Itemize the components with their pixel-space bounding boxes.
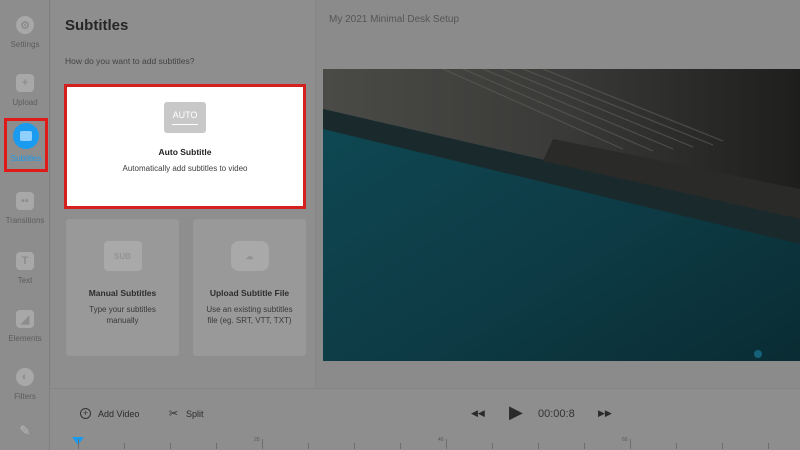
sidebar-item-subtitles[interactable]: Subtitles xyxy=(4,118,48,172)
subtitles-icon xyxy=(13,123,39,149)
sidebar-item-settings[interactable]: ⚙ Settings xyxy=(0,6,50,64)
sidebar-item-upload[interactable]: + Upload xyxy=(0,64,50,122)
video-preview[interactable] xyxy=(323,69,800,361)
sidebar-item-label: Settings xyxy=(10,40,40,49)
add-icon: + xyxy=(80,408,91,419)
play-icon: ▶ xyxy=(509,402,523,422)
video-frame xyxy=(323,69,800,361)
timeline-label: 20 xyxy=(254,437,260,443)
auto-subtitle-desc: Automatically add subtitles to video xyxy=(122,164,248,173)
timeline-label: 60 xyxy=(622,437,628,443)
sidebar-item-edit[interactable]: ✎ xyxy=(0,418,50,448)
pencil-icon: ✎ xyxy=(19,423,31,438)
sidebar-item-label: Filters xyxy=(14,392,36,401)
upload-icon: + xyxy=(16,74,34,92)
panel-title: Subtitles xyxy=(65,17,129,34)
timeline-ruler[interactable]: 20 40 60 xyxy=(72,437,792,450)
auto-subtitle-title: Auto Subtitle xyxy=(158,147,212,157)
elements-icon: ◢ xyxy=(16,310,34,328)
upload-subtitle-title: Upload Subtitle File xyxy=(209,288,290,298)
scissors-icon: ✂ xyxy=(168,408,179,420)
auto-icon: AUTO xyxy=(164,102,206,133)
manual-badge-label: SUB xyxy=(114,251,131,261)
play-button[interactable]: ▶ xyxy=(509,402,523,423)
sidebar-item-label: Elements xyxy=(8,334,42,343)
project-title[interactable]: My 2021 Minimal Desk Setup xyxy=(329,14,459,25)
timeline-bar: + Add Video ✂ Split ◀◀ ▶ 00:00:8 ▶▶ 20 4… xyxy=(50,388,800,450)
add-video-button[interactable]: + Add Video xyxy=(80,408,139,419)
sidebar-item-label: Upload xyxy=(12,98,38,107)
filters-icon: ◐ xyxy=(16,368,34,386)
sidebar-item-elements[interactable]: ◢ Elements xyxy=(0,300,50,358)
sidebar-item-label: Text xyxy=(17,276,33,285)
settings-icon: ⚙ xyxy=(16,16,34,34)
manual-subtitles-desc: Type your subtitles manually xyxy=(89,305,156,326)
cloud-upload-icon: ☁ xyxy=(230,241,269,271)
fast-forward-button[interactable]: ▶▶ xyxy=(598,408,612,419)
auto-subtitle-card[interactable]: AUTO Auto Subtitle Automatically add sub… xyxy=(64,84,306,209)
sidebar-item-label: Subtitles xyxy=(10,154,42,163)
timecode: 00:00:8 xyxy=(538,408,575,420)
sidebar-item-filters[interactable]: ◐ Filters xyxy=(0,358,50,416)
upload-subtitle-card[interactable]: ☁ Upload Subtitle File Use an existing s… xyxy=(193,219,306,356)
upload-subtitle-desc: Use an existing subtitles file (eg. SRT,… xyxy=(206,305,293,326)
subtitles-panel: Subtitles How do you want to add subtitl… xyxy=(51,0,316,388)
transitions-icon: ▪▪ xyxy=(16,192,34,210)
sidebar-item-transitions[interactable]: ▪▪ Transitions xyxy=(0,182,50,240)
sidebar: ⚙ Settings + Upload Subtitles ▪▪ Transit… xyxy=(0,0,50,450)
sidebar-item-label: Transitions xyxy=(5,216,45,225)
rewind-button[interactable]: ◀◀ xyxy=(471,408,485,419)
manual-subtitles-card[interactable]: SUB Manual Subtitles Type your subtitles… xyxy=(66,219,179,356)
sub-icon: SUB xyxy=(103,241,142,271)
fast-forward-icon: ▶▶ xyxy=(598,408,612,418)
split-button[interactable]: ✂ Split xyxy=(168,408,204,420)
sidebar-item-text[interactable]: T Text xyxy=(0,242,50,300)
auto-badge-label: AUTO xyxy=(172,109,198,120)
add-video-label: Add Video xyxy=(98,408,140,419)
split-label: Split xyxy=(186,408,204,419)
manual-subtitles-title: Manual Subtitles xyxy=(88,288,157,298)
text-icon: T xyxy=(16,252,34,270)
timeline-label: 40 xyxy=(438,437,444,443)
panel-subtitle: How do you want to add subtitles? xyxy=(65,56,195,66)
rewind-icon: ◀◀ xyxy=(471,408,485,418)
